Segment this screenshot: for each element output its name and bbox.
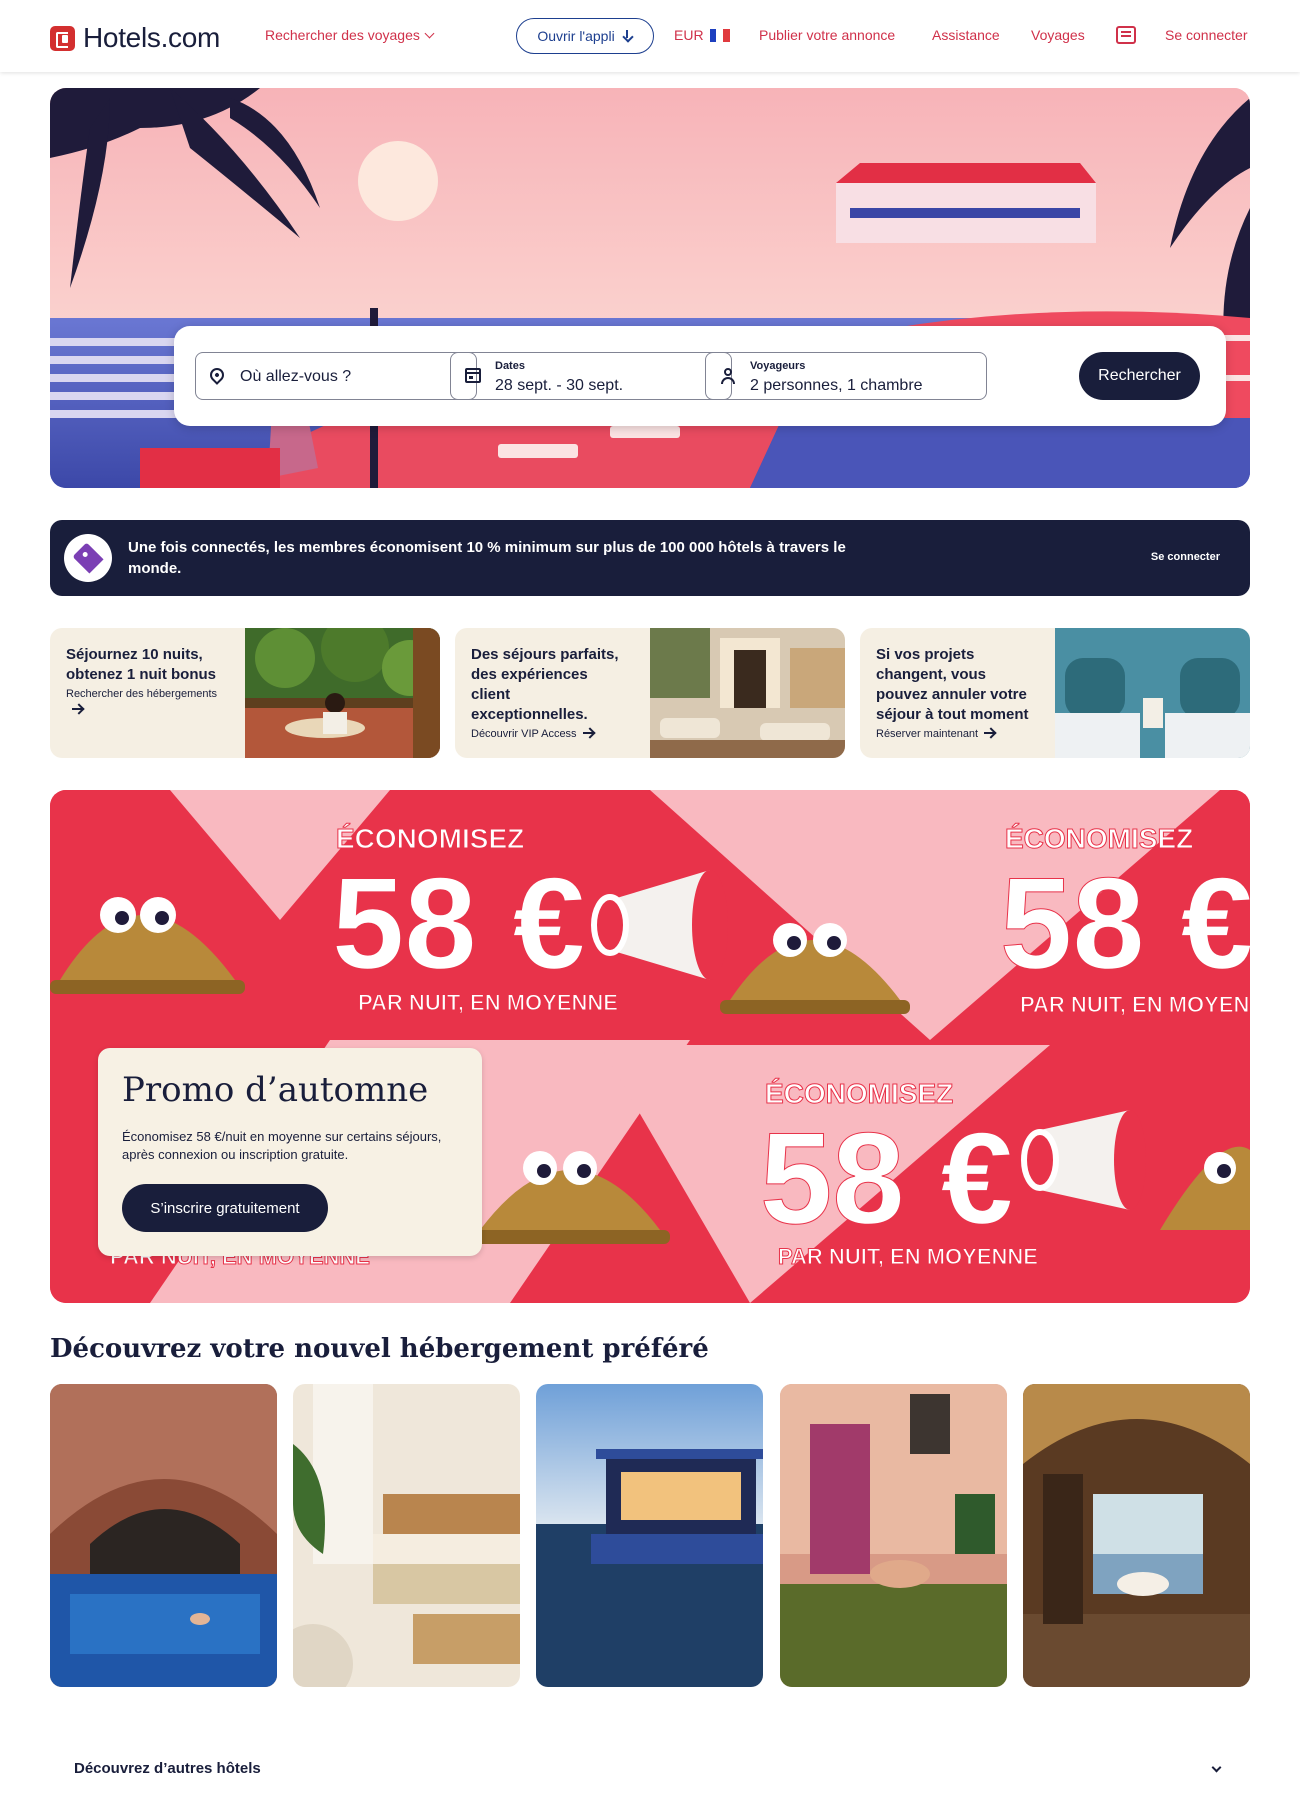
travelers-label: Voyageurs	[750, 360, 806, 372]
banner-amount-3: 58 €	[760, 1105, 1013, 1251]
destination-placeholder: Où allez-vous ?	[240, 368, 352, 385]
autumn-promo-title: Promo d’automne	[122, 1070, 429, 1110]
discover-title: Découvrez votre nouvel hébergement préfé…	[50, 1334, 709, 1364]
villa-pool-image	[780, 1384, 1007, 1687]
currency-label: EUR	[674, 27, 704, 43]
promo-card-title: Si vos projets changent, vous pouvez ann…	[876, 646, 1029, 723]
open-app-label: Ouvrir l'appli	[537, 28, 615, 44]
search-trips-menu[interactable]: Rechercher des voyages	[265, 27, 435, 43]
lobby-image	[650, 628, 845, 758]
logo-text: Hotels.com	[83, 22, 221, 53]
signup-free-button[interactable]: S’inscrire gratuitement	[122, 1184, 328, 1232]
discover-card-sea-view-bath[interactable]	[1023, 1384, 1250, 1687]
sea-view-bath-image	[1023, 1384, 1250, 1687]
restaurant-image	[245, 628, 440, 758]
dates-value: 28 sept. - 30 sept.	[495, 377, 624, 394]
dates-label: Dates	[495, 360, 525, 372]
hero-illustration	[50, 88, 1250, 488]
search-form: Où allez-vous ? Dates 28 sept. - 30 sept…	[174, 326, 1226, 426]
more-hotels-label: Découvrez d’autres hôtels	[74, 1760, 261, 1777]
discover-card-houseboat[interactable]	[536, 1384, 763, 1687]
site-header: Hotels.com Rechercher des voyages Ouvrir…	[0, 0, 1300, 72]
calendar-icon	[465, 368, 481, 383]
houseboat-image	[536, 1384, 763, 1687]
autumn-promo-banner: ÉCONOMISEZ 58 € PAR NUIT, EN MOYENNE ÉCO…	[50, 790, 1250, 1303]
bedroom-image	[1055, 628, 1250, 758]
bright-room-image	[293, 1384, 520, 1687]
download-icon	[621, 30, 633, 42]
arrow-right-icon	[72, 708, 82, 710]
travelers-value: 2 personnes, 1 chambre	[750, 377, 923, 394]
promo-card-vip-access[interactable]: Des séjours parfaits, des expériences cl…	[455, 628, 845, 758]
promo-card-link[interactable]: Réserver maintenant	[876, 726, 1036, 742]
member-banner-text: Une fois connectés, les membres économis…	[128, 539, 846, 577]
arrow-right-icon	[984, 732, 995, 734]
banner-amount-2: 58 €	[1000, 850, 1250, 996]
more-hotels-accordion[interactable]: Découvrez d’autres hôtels	[50, 1730, 1250, 1804]
vaulted-pool-image	[50, 1384, 277, 1687]
currency-selector[interactable]: EUR	[674, 27, 730, 43]
dates-field[interactable]: Dates 28 sept. - 30 sept.	[450, 352, 732, 400]
banner-sub-text-1: PAR NUIT, EN MOYENNE	[358, 990, 618, 1015]
chevron-down-icon	[424, 28, 435, 39]
sign-in-link[interactable]: Se connecter	[1165, 27, 1248, 43]
banner-amount-1: 58 €	[332, 850, 585, 996]
member-sign-in-link[interactable]: Se connecter	[1151, 551, 1220, 563]
open-app-button[interactable]: Ouvrir l'appli	[516, 18, 654, 54]
member-banner: Une fois connectés, les membres économis…	[50, 520, 1250, 596]
hotels-logo-icon	[50, 25, 75, 51]
search-button[interactable]: Rechercher	[1079, 352, 1200, 400]
promo-card-title: Des séjours parfaits, des expériences cl…	[471, 646, 619, 723]
banner-sub-text-2: PAR NUIT, EN MOYENNE	[1020, 992, 1250, 1017]
chevron-down-icon	[1211, 1762, 1222, 1773]
arrow-right-icon	[582, 732, 593, 734]
location-pin-icon	[207, 365, 227, 385]
hotels-logo[interactable]: Hotels.com	[50, 22, 220, 54]
user-icon	[720, 368, 736, 384]
trips-link[interactable]: Voyages	[1031, 27, 1085, 43]
publish-listing-link[interactable]: Publier votre annonce	[759, 27, 895, 43]
autumn-promo-card: Promo d’automne Économisez 58 €/nuit en …	[98, 1048, 482, 1256]
promo-card-link[interactable]: Rechercher des hébergements	[66, 686, 226, 718]
promo-card-bonus-night[interactable]: Séjournez 10 nuits, obtenez 1 nuit bonus…	[50, 628, 440, 758]
hero-banner: Où allez-vous ? Dates 28 sept. - 30 sept…	[50, 88, 1250, 488]
travelers-field[interactable]: Voyageurs 2 personnes, 1 chambre	[705, 352, 987, 400]
destination-field[interactable]: Où allez-vous ?	[195, 352, 477, 400]
price-tag-icon	[72, 542, 104, 574]
promo-card-free-cancel[interactable]: Si vos projets changent, vous pouvez ann…	[860, 628, 1250, 758]
promo-card-title: Séjournez 10 nuits, obtenez 1 nuit bonus	[66, 646, 216, 683]
discover-card-villa-pool[interactable]	[780, 1384, 1007, 1687]
price-tag-badge	[64, 534, 112, 582]
message-icon[interactable]	[1116, 26, 1136, 44]
discover-card-vaulted-pool[interactable]	[50, 1384, 277, 1687]
search-trips-label: Rechercher des voyages	[265, 27, 420, 43]
promo-card-link[interactable]: Découvrir VIP Access	[471, 726, 631, 742]
discover-card-bright-room[interactable]	[293, 1384, 520, 1687]
support-link[interactable]: Assistance	[932, 27, 1000, 43]
autumn-promo-description: Économisez 58 €/nuit en moyenne sur cert…	[122, 1129, 442, 1162]
france-flag-icon	[709, 29, 730, 42]
banner-sub-text-3: PAR NUIT, EN MOYENNE	[778, 1244, 1038, 1269]
